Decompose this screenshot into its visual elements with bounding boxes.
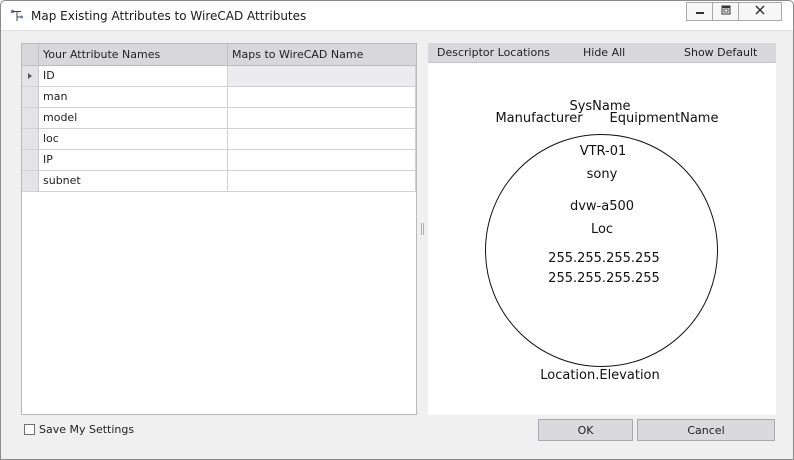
table-row[interactable]: man — [22, 87, 416, 108]
table-row[interactable]: model — [22, 108, 416, 129]
minimize-icon — [695, 5, 705, 18]
attribute-mapping-grid[interactable]: Your Attribute Names Maps to WireCAD Nam… — [21, 43, 417, 415]
row-indicator[interactable] — [22, 108, 39, 129]
table-row[interactable]: loc — [22, 129, 416, 150]
close-button[interactable] — [738, 2, 782, 21]
attribute-name-cell[interactable]: ID — [39, 66, 228, 87]
model-value-label[interactable]: dvw-a500 — [570, 199, 634, 214]
maximize-icon — [721, 5, 731, 18]
row-indicator[interactable] — [22, 150, 39, 171]
maps-to-cell[interactable] — [228, 171, 416, 192]
panel-splitter-handle[interactable] — [421, 223, 424, 235]
maps-to-cell[interactable] — [228, 150, 416, 171]
maps-to-cell[interactable] — [228, 66, 416, 87]
row-pointer-icon — [28, 73, 32, 79]
table-row[interactable]: IP — [22, 150, 416, 171]
equipmentname-label[interactable]: EquipmentName — [610, 111, 719, 126]
attribute-name-cell[interactable]: model — [39, 108, 228, 129]
id-value-label[interactable]: VTR-01 — [580, 144, 627, 159]
maximize-button[interactable] — [712, 2, 739, 21]
attribute-name-cell[interactable]: IP — [39, 150, 228, 171]
dialog-window: Map Existing Attributes to WireCAD Attri… — [0, 0, 794, 460]
table-row[interactable]: ID — [22, 66, 416, 87]
window-controls — [686, 2, 782, 21]
maps-to-cell[interactable] — [228, 108, 416, 129]
row-indicator-header — [22, 44, 39, 66]
row-indicator[interactable] — [22, 66, 39, 87]
maps-to-cell[interactable] — [228, 129, 416, 150]
row-indicator[interactable] — [22, 129, 39, 150]
table-row[interactable]: subnet — [22, 171, 416, 192]
attribute-name-cell[interactable]: man — [39, 87, 228, 108]
hide-all-button[interactable]: Hide All — [583, 43, 625, 63]
manufacturer-value-label[interactable]: sony — [587, 167, 618, 182]
manufacturer-label[interactable]: Manufacturer — [495, 111, 582, 126]
attribute-name-cell[interactable]: subnet — [39, 171, 228, 192]
save-my-settings-checkbox[interactable]: Save My Settings — [24, 422, 134, 436]
equipment-symbol-preview: SysName Manufacturer EquipmentName VTR-0… — [428, 63, 776, 415]
save-my-settings-label: Save My Settings — [39, 422, 135, 436]
close-icon — [755, 5, 765, 18]
show-default-button[interactable]: Show Default — [684, 43, 757, 63]
descriptor-locations-tab[interactable]: Descriptor Locations — [437, 43, 550, 63]
loc-value-label[interactable]: Loc — [591, 222, 613, 237]
ip-value-label[interactable]: 255.255.255.255 — [548, 251, 660, 266]
ok-button[interactable]: OK — [538, 419, 633, 441]
mapping-tool-icon — [10, 9, 24, 23]
descriptor-preview-panel: Descriptor Locations Hide All Show Defau… — [428, 43, 776, 415]
grid-header: Your Attribute Names Maps to WireCAD Nam… — [22, 44, 416, 66]
subnet-value-label[interactable]: 255.255.255.255 — [548, 271, 660, 286]
location-elevation-label[interactable]: Location.Elevation — [540, 368, 660, 383]
row-indicator[interactable] — [22, 87, 39, 108]
descriptor-toolbar: Descriptor Locations Hide All Show Defau… — [428, 43, 776, 63]
title-bar[interactable]: Map Existing Attributes to WireCAD Attri… — [1, 1, 793, 31]
maps-to-cell[interactable] — [228, 87, 416, 108]
checkbox-box[interactable] — [24, 423, 35, 435]
cancel-button[interactable]: Cancel — [637, 419, 775, 441]
column-header-your-attribute-names[interactable]: Your Attribute Names — [39, 44, 228, 66]
minimize-button[interactable] — [686, 2, 713, 21]
row-indicator[interactable] — [22, 171, 39, 192]
window-title: Map Existing Attributes to WireCAD Attri… — [31, 9, 307, 23]
attribute-name-cell[interactable]: loc — [39, 129, 228, 150]
column-header-maps-to-wirecad-name[interactable]: Maps to WireCAD Name — [228, 44, 416, 66]
